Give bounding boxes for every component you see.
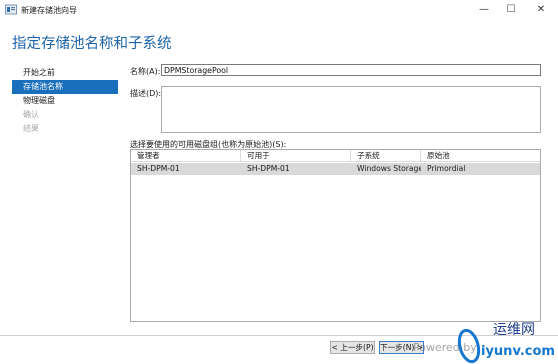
column-header-subsystem[interactable]: 子系统 bbox=[351, 150, 421, 162]
column-header-primordial-pool[interactable]: 原始池 bbox=[421, 150, 540, 162]
watermark-logo: 运维网 iyunv.com bbox=[457, 322, 555, 364]
description-textarea[interactable] bbox=[161, 86, 541, 133]
title-bar: 新建存储池向导 — ☐ ✕ bbox=[0, 0, 558, 20]
logo-text-bottom: iyunv.com bbox=[481, 344, 555, 359]
disk-group-table: 管理者 可用于 子系统 原始池 SH-DPM-01 SH-DPM-01 Wind… bbox=[130, 149, 541, 322]
nav-item-before-you-begin[interactable]: 开始之前 bbox=[12, 66, 118, 80]
server-manager-icon bbox=[5, 4, 17, 15]
previous-button[interactable]: < 上一步(P) bbox=[330, 341, 375, 354]
nav-item-confirmation: 确认 bbox=[23, 110, 39, 119]
table-header: 管理者 可用于 子系统 原始池 bbox=[131, 150, 540, 162]
close-icon: ✕ bbox=[536, 3, 546, 15]
column-header-available-to[interactable]: 可用于 bbox=[241, 150, 351, 162]
page-title: 指定存储池名称和子系统 bbox=[12, 36, 172, 52]
name-label: 名称(A): bbox=[130, 67, 161, 76]
minimize-button[interactable]: — bbox=[473, 1, 495, 17]
cell-managed-by: SH-DPM-01 bbox=[137, 164, 180, 173]
cell-subsystem: Windows Storage bbox=[357, 164, 421, 173]
maximize-button[interactable]: ☐ bbox=[500, 1, 522, 17]
close-button[interactable]: ✕ bbox=[530, 1, 552, 17]
nav-item-results: 结果 bbox=[23, 124, 39, 133]
column-header-managed-by[interactable]: 管理者 bbox=[131, 150, 241, 162]
name-input[interactable] bbox=[161, 64, 541, 76]
minimize-icon: — bbox=[479, 3, 489, 15]
cell-primordial-pool: Primordial bbox=[427, 164, 466, 173]
wizard-nav: 开始之前 存储池名称 物理磁盘 确认 结果 bbox=[12, 66, 118, 136]
cell-available-to: SH-DPM-01 bbox=[247, 164, 290, 173]
description-label: 描述(D): bbox=[130, 89, 162, 98]
maximize-icon: ☐ bbox=[506, 3, 516, 15]
logo-text-top: 运维网 bbox=[493, 322, 535, 338]
nav-item-physical-disks[interactable]: 物理磁盘 bbox=[12, 94, 118, 108]
table-row[interactable]: SH-DPM-01 SH-DPM-01 Windows Storage Prim… bbox=[131, 163, 540, 175]
nav-item-storage-pool-name[interactable]: 存储池名称 bbox=[12, 80, 118, 94]
window-title: 新建存储池向导 bbox=[21, 6, 77, 15]
